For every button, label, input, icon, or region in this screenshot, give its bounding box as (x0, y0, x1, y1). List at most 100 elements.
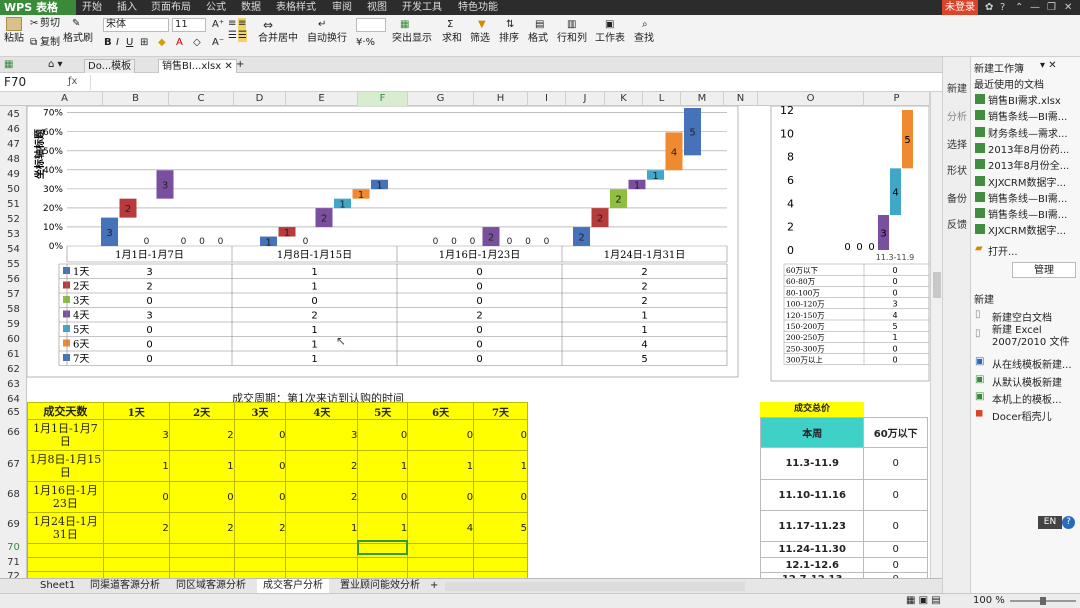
value-cell[interactable]: 0 (863, 510, 928, 542)
copy-button[interactable]: 复制 (40, 37, 60, 49)
open-link[interactable]: 打开... (988, 243, 1018, 258)
row-header[interactable]: 50 (0, 184, 27, 195)
value-cell[interactable]: 0 (863, 557, 928, 573)
local-template-link[interactable]: 本机上的模板... (992, 391, 1062, 406)
col-header[interactable]: O (758, 92, 864, 106)
worksheet-button[interactable]: 工作表 (595, 33, 625, 45)
copy-icon[interactable]: ⧉ (30, 37, 37, 49)
format-painter-icon[interactable]: ✎ (72, 18, 80, 30)
side-analysis-button[interactable]: 分析 (947, 108, 967, 123)
header-cell[interactable]: 本周 (759, 417, 865, 448)
row-header[interactable]: 51 (0, 199, 27, 210)
align-center-icon[interactable]: ☰ (238, 30, 247, 42)
row-col-icon[interactable]: ▥ (567, 19, 576, 31)
docer-link[interactable]: Docer稻壳儿 (992, 408, 1052, 423)
cut-icon[interactable]: ✂ (30, 18, 38, 30)
merge-center-button[interactable]: 合并居中 (258, 33, 298, 45)
value-cell[interactable]: 0 (168, 481, 235, 513)
menu-developer[interactable]: 开发工具 (402, 0, 442, 15)
empty-cell[interactable] (102, 543, 170, 558)
recent-file-link[interactable]: 2013年8月份全... (988, 157, 1069, 172)
row-header[interactable]: 66 (0, 427, 27, 438)
value-cell[interactable]: 0 (863, 541, 928, 558)
col-header[interactable]: M (681, 92, 724, 106)
formula-input[interactable] (90, 75, 940, 90)
vertical-scrollbar[interactable] (930, 92, 942, 578)
header-cell[interactable]: 60万以下 (863, 417, 928, 448)
col-header[interactable]: K (605, 92, 643, 106)
side-backup-button[interactable]: 备份 (947, 190, 967, 205)
value-cell[interactable]: 0 (233, 450, 287, 482)
value-cell[interactable]: 4 (407, 512, 475, 544)
sum-button[interactable]: 求和 (442, 33, 462, 45)
recent-file-link[interactable]: 销售条线—BI需... (988, 190, 1067, 205)
manage-button[interactable]: 管理 (1012, 262, 1076, 278)
name-box[interactable]: F70 (4, 74, 64, 90)
empty-cell[interactable] (27, 543, 104, 558)
sheet-tab[interactable]: Sheet1 (34, 579, 81, 594)
new-tab-icon[interactable]: + (236, 59, 244, 71)
col-header[interactable]: D (234, 92, 286, 106)
find-button[interactable]: 查找 (634, 33, 654, 45)
value-cell[interactable]: 1 (357, 512, 409, 544)
empty-cell[interactable] (27, 557, 104, 572)
app-logo[interactable]: WPS 表格 (0, 0, 76, 15)
input-method-badge[interactable]: EN (1038, 516, 1062, 529)
row-header-selected[interactable]: 70 (0, 542, 27, 553)
value-cell[interactable]: 0 (357, 481, 409, 513)
value-cell[interactable]: 0 (102, 481, 170, 513)
pane-menu-icon[interactable]: ▾ ✕ (1040, 60, 1057, 71)
row-header[interactable]: 71 (0, 557, 27, 568)
add-sheet-icon[interactable]: + (424, 579, 444, 594)
border-icon[interactable]: ⊞ (140, 37, 148, 49)
menu-review[interactable]: 审阅 (332, 0, 352, 15)
col-header[interactable]: P (864, 92, 930, 106)
empty-cell[interactable] (473, 557, 528, 572)
empty-cell[interactable] (233, 557, 287, 572)
col-header[interactable]: C (169, 92, 234, 106)
side-new-button[interactable]: 新建 (947, 80, 967, 95)
header-cell[interactable]: 2天 (168, 402, 235, 420)
font-grow-icon[interactable]: A⁺ (212, 19, 224, 31)
empty-cell[interactable] (233, 543, 287, 558)
empty-cell[interactable] (168, 543, 235, 558)
value-cell[interactable]: 3 (102, 419, 170, 451)
row-header[interactable]: 52 (0, 214, 27, 225)
font-color-icon[interactable]: A (176, 37, 183, 49)
zoom-thumb[interactable] (1040, 597, 1046, 605)
price-chart[interactable]: 024681012 0 0 0345 11.3-11.9 60万以下 060-80万 0… (770, 106, 930, 382)
row-label-cell[interactable]: 1月1日-1月7日 (27, 419, 104, 451)
empty-cell[interactable] (407, 557, 475, 572)
value-cell[interactable]: 0 (473, 419, 528, 451)
value-cell[interactable]: 1 (102, 450, 170, 482)
value-cell[interactable]: 0 (863, 479, 928, 511)
minimize-icon[interactable]: — (1030, 0, 1040, 15)
empty-cell[interactable] (357, 557, 409, 572)
row-header[interactable]: 58 (0, 304, 27, 315)
col-header[interactable]: N (724, 92, 758, 106)
col-header[interactable]: E (286, 92, 358, 106)
week-cell[interactable]: 11.24-11.30 (759, 541, 865, 558)
col-header[interactable]: B (103, 92, 169, 106)
fx-icon[interactable]: ƒx (68, 76, 77, 88)
help-circle-icon[interactable]: ? (1062, 516, 1075, 529)
number-format-select[interactable] (356, 18, 386, 32)
paste-button[interactable]: 粘贴 (4, 33, 24, 45)
header-cell[interactable]: 1天 (102, 402, 170, 420)
align-top-icon[interactable]: ≡ (228, 18, 236, 30)
recent-file-link[interactable]: 销售BI需求.xlsx (988, 92, 1061, 107)
menu-formula[interactable]: 公式 (206, 0, 226, 15)
value-cell[interactable]: 2 (168, 512, 235, 544)
cut-button[interactable]: 剪切 (40, 18, 60, 30)
menu-insert[interactable]: 插入 (117, 0, 137, 15)
value-cell[interactable]: 3 (285, 419, 359, 451)
row-header[interactable]: 67 (0, 459, 27, 470)
menu-special[interactable]: 特色功能 (458, 0, 498, 15)
align-middle-icon[interactable]: ≡ (238, 18, 247, 30)
value-cell[interactable]: 1 (473, 450, 528, 482)
sheet-tab[interactable]: 同渠道客源分析 (84, 579, 166, 594)
menu-view[interactable]: 视图 (367, 0, 387, 15)
col-header-selected[interactable]: F (358, 92, 408, 106)
scroll-thumb[interactable] (933, 272, 941, 298)
row-header[interactable]: 69 (0, 519, 27, 530)
